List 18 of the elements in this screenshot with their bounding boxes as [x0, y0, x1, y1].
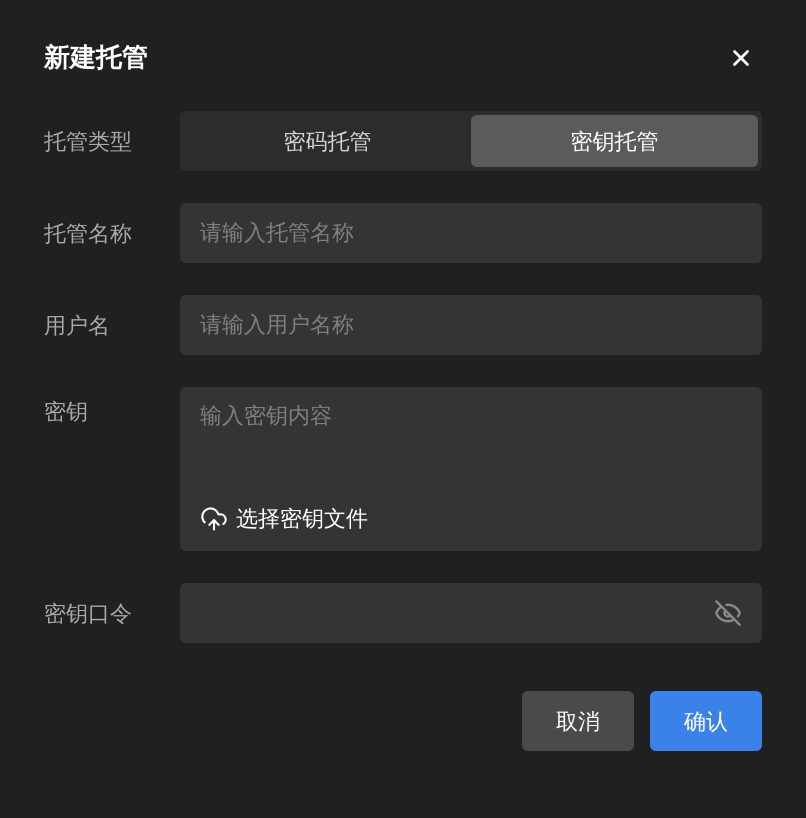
segment-tab[interactable]: 密钥托管: [471, 115, 758, 167]
cloud-upload-icon: [200, 504, 228, 532]
key-field[interactable]: 输入密钥内容 选择密钥文件: [180, 387, 762, 551]
input-field[interactable]: 请输入托管名称: [180, 203, 762, 263]
textarea-field[interactable]: 输入密钥内容: [200, 399, 742, 432]
input-field[interactable]: 请输入用户名称: [180, 295, 762, 355]
field-label: 密钥口令: [44, 600, 133, 628]
field-label: 托管类型: [44, 128, 133, 156]
field-label: 用户名: [44, 312, 111, 340]
segment-tab[interactable]: 密码托管: [184, 115, 471, 167]
eye-off-icon[interactable]: [714, 599, 742, 627]
field-label: 托管名称: [44, 220, 133, 248]
upload-button[interactable]: 选择密钥文件: [200, 502, 368, 535]
password-field[interactable]: [180, 583, 762, 643]
dialog-title: 新建托管: [44, 41, 148, 74]
field-label: 密钥: [44, 398, 89, 426]
confirm-button[interactable]: 确认: [650, 691, 762, 751]
cancel-button[interactable]: 取消: [522, 691, 634, 751]
